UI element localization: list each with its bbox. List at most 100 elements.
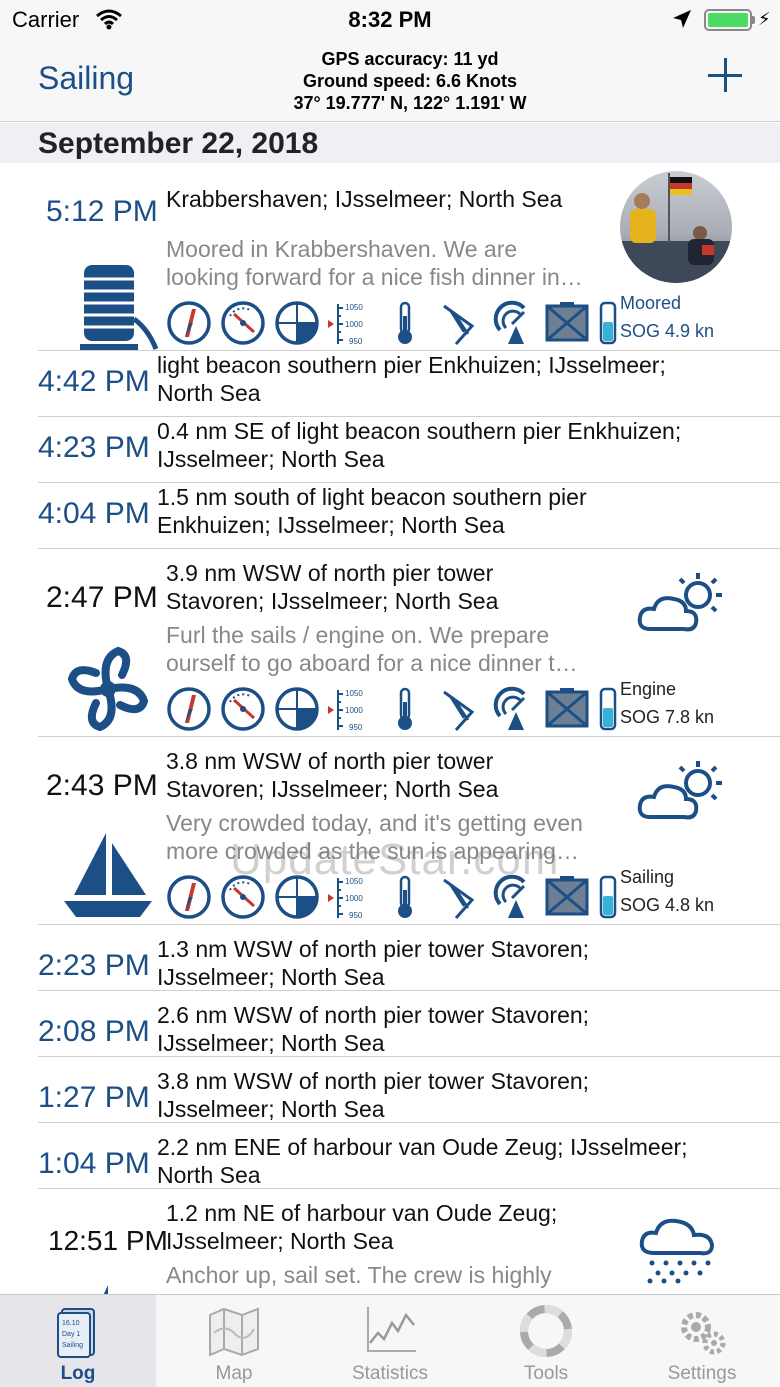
- log-entry[interactable]: 2:23 PM 1.3 nm WSW of north pier tower S…: [0, 925, 780, 991]
- battery-icon: [704, 9, 752, 31]
- entry-time: 2:08 PM: [38, 1015, 150, 1048]
- tank-level-icon: [598, 874, 618, 920]
- entry-time: 4:04 PM: [38, 497, 150, 530]
- section-date: September 22, 2018: [38, 127, 319, 160]
- cargo-box-icon: [544, 300, 590, 346]
- tab-label: Settings: [667, 1363, 737, 1384]
- photo-image: [620, 173, 732, 283]
- rain-cloud-icon: [639, 1218, 715, 1284]
- tab-label: Statistics: [351, 1363, 429, 1384]
- log-entry[interactable]: 2:08 PM 2.6 nm WSW of north pier tower S…: [0, 991, 780, 1057]
- log-entry[interactable]: 1:04 PM 2.2 nm ENE of harbour van Oude Z…: [0, 1123, 780, 1189]
- entry-sog: SOG 4.8 kn: [620, 895, 715, 915]
- entry-location-line1: 1.3 nm WSW of north pier tower Stavoren;: [157, 936, 590, 962]
- entry-location-line1: 3.9 nm WSW of north pier tower: [166, 560, 494, 586]
- entry-location-line1: 1.5 nm south of light beacon southern pi…: [157, 484, 587, 510]
- entry-time: 5:12 PM: [46, 195, 158, 228]
- baro-low-label: 950: [349, 337, 363, 346]
- tab-label: Tools: [523, 1363, 569, 1384]
- instrument-icons: 1050 1000 950: [166, 299, 616, 347]
- map-icon: [209, 1307, 259, 1357]
- entry-location-line2: Stavoren; IJsselmeer; North Sea: [166, 776, 499, 802]
- baro-low-label: 950: [349, 723, 363, 732]
- status-bar: Carrier 8:32 PM ⚡: [0, 0, 780, 40]
- compass-icon: [166, 874, 212, 920]
- baro-high-label: 1050: [345, 303, 363, 312]
- entry-note: Very crowded today, and it's getting eve…: [166, 810, 583, 836]
- wind-icon: [436, 874, 482, 920]
- entry-location-line2: IJsselmeer; North Sea: [157, 1030, 385, 1056]
- speed-gauge-icon: [220, 300, 266, 346]
- radar-icon: [490, 300, 536, 346]
- entry-location-line2: IJsselmeer; North Sea: [157, 964, 385, 990]
- entry-location-line1: 2.2 nm ENE of harbour van Oude Zeug; IJs…: [157, 1134, 688, 1160]
- section-header: September 22, 2018: [0, 123, 780, 163]
- compass-icon: [166, 686, 212, 732]
- barometer-icon: 1050 1000 950: [328, 303, 363, 346]
- gears-icon: [681, 1312, 726, 1355]
- entry-location-line2: IJsselmeer; North Sea: [157, 446, 385, 472]
- entry-location-line2: North Sea: [157, 380, 261, 406]
- thermometer-icon: [382, 300, 428, 346]
- tab-map[interactable]: Map: [156, 1295, 312, 1387]
- partly-cloudy-icon: [637, 573, 722, 632]
- speed-gauge-icon: [220, 686, 266, 732]
- entry-location-line2: Enkhuizen; IJsselmeer; North Sea: [157, 512, 505, 538]
- log-entry-expanded[interactable]: 2:47 PM 3.9 nm WSW of north pier tower S…: [0, 549, 780, 737]
- entry-time: 2:43 PM: [46, 769, 158, 802]
- entry-location: 3.8 nm WSW of north pier tower Stavoren;…: [157, 1067, 757, 1123]
- entry-status: Sailing: [620, 867, 675, 887]
- log-entry[interactable]: 4:42 PM light beacon southern pier Enkhu…: [0, 351, 780, 417]
- tab-statistics[interactable]: Statistics: [312, 1295, 468, 1387]
- entry-time: 12:51 PM: [48, 1225, 168, 1256]
- entry-photo[interactable]: [620, 171, 732, 283]
- instrument-icons: 1050 1000 950: [166, 685, 616, 733]
- status-time: 8:32 PM: [348, 7, 432, 32]
- tab-log[interactable]: 16.10 Day 1 Sailing Log: [0, 1295, 156, 1387]
- tab-settings[interactable]: Settings: [624, 1295, 780, 1387]
- entry-time: 4:23 PM: [38, 431, 150, 464]
- entry-location: 2.6 nm WSW of north pier tower Stavoren;…: [157, 1001, 757, 1057]
- gps-info: GPS accuracy: 11 yd Ground speed: 6.6 Kn…: [200, 48, 620, 114]
- sector-icon: [274, 300, 320, 346]
- entry-location-line2: North Sea: [157, 1162, 261, 1188]
- speed-gauge-icon: [220, 874, 266, 920]
- radar-icon: [490, 874, 536, 920]
- nav-title[interactable]: Sailing: [38, 60, 134, 97]
- thermometer-icon: [382, 874, 428, 920]
- entry-location-line1: 3.8 nm WSW of north pier tower: [166, 748, 494, 774]
- log-entry[interactable]: 4:23 PM 0.4 nm SE of light beacon southe…: [0, 417, 780, 483]
- barometer-icon: 1050 1000 950: [328, 877, 363, 920]
- baro-mid-label: 1000: [345, 706, 363, 715]
- logbook-date: 16.10: [62, 1320, 80, 1327]
- thermometer-icon: [382, 686, 428, 732]
- baro-high-label: 1050: [345, 877, 363, 886]
- barometer-icon: 1050 1000 950: [328, 689, 363, 732]
- statistics-icon: [367, 1307, 416, 1352]
- entry-location: light beacon southern pier Enkhuizen; IJ…: [157, 351, 757, 407]
- entry-location-line2: IJsselmeer; North Sea: [166, 1228, 394, 1254]
- baro-low-label: 950: [349, 911, 363, 920]
- log-entry-expanded[interactable]: 5:12 PM Krabbershaven; IJsselmeer; North…: [0, 163, 780, 351]
- charging-bolt-icon: ⚡: [758, 9, 771, 29]
- tank-level-icon: [598, 300, 618, 346]
- entry-location-line1: 2.6 nm WSW of north pier tower Stavoren;: [157, 1002, 590, 1028]
- entry-location-line1: 1.2 nm NE of harbour van Oude Zeug;: [166, 1200, 558, 1226]
- wind-icon: [436, 300, 482, 346]
- entry-note-2: ourself to go aboard for a nice dinner t…: [166, 650, 578, 676]
- plus-icon[interactable]: [706, 56, 746, 96]
- logbook-mode: Sailing: [62, 1342, 83, 1349]
- logbook-day: Day 1: [62, 1331, 80, 1338]
- log-entry[interactable]: 4:04 PM 1.5 nm south of light beacon sou…: [0, 483, 780, 549]
- sailboat-icon: [64, 833, 152, 917]
- log-list[interactable]: 5:12 PM Krabbershaven; IJsselmeer; North…: [0, 163, 780, 1294]
- entry-location: 1.3 nm WSW of north pier tower Stavoren;…: [157, 935, 757, 991]
- entry-location: 1.2 nm NE of harbour van Oude Zeug; IJss…: [166, 1199, 616, 1255]
- entry-time: 1:27 PM: [38, 1081, 150, 1114]
- log-entry[interactable]: 1:27 PM 3.8 nm WSW of north pier tower S…: [0, 1057, 780, 1123]
- log-entry-expanded[interactable]: 2:43 PM 3.8 nm WSW of north pier tower S…: [0, 737, 780, 925]
- log-entry-expanded[interactable]: 12:51 PM 1.2 nm NE of harbour van Oude Z…: [0, 1189, 780, 1294]
- entry-sog: SOG 4.9 kn: [620, 321, 715, 341]
- tab-tools[interactable]: Tools: [468, 1295, 624, 1387]
- baro-mid-label: 1000: [345, 320, 363, 329]
